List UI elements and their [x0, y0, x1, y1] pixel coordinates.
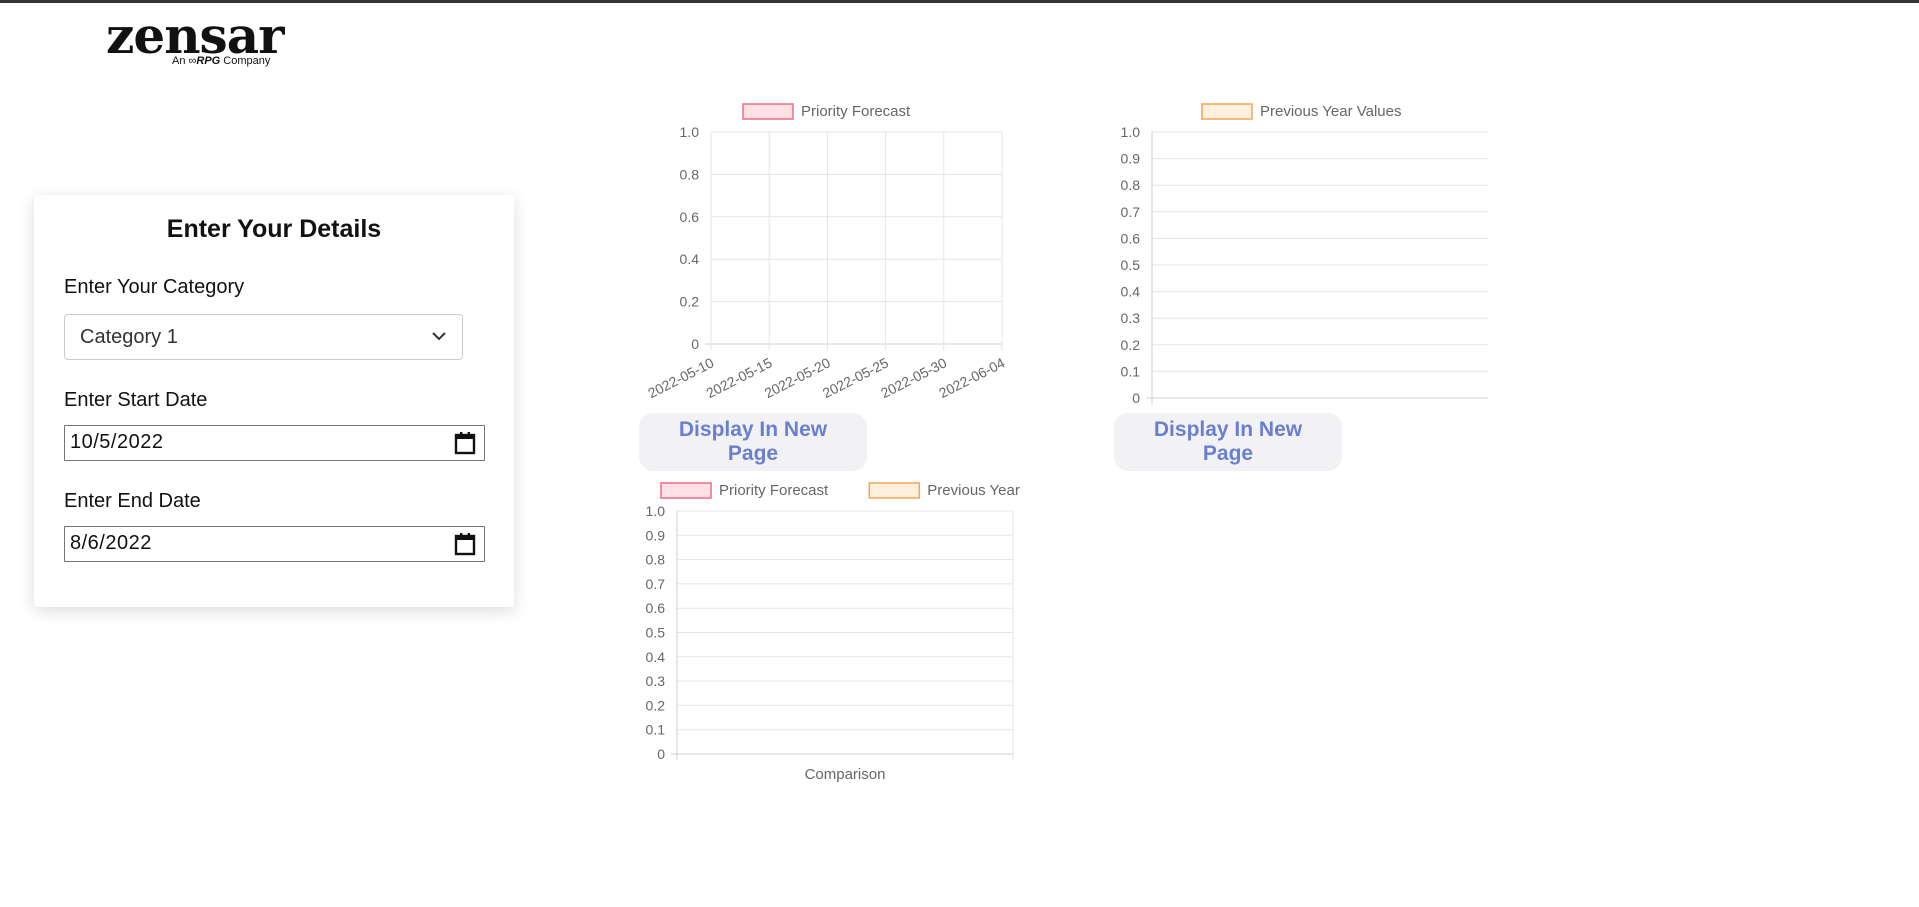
chevron-down-icon	[432, 332, 446, 341]
y-tick-label: 0.4	[680, 251, 700, 267]
end-date-label: Enter End Date	[64, 490, 201, 512]
priority-forecast-chart: Priority Forecast 0 0.2 0.4 0.6 0.8 1.0 2022-05…	[645, 103, 1007, 401]
calendar-icon[interactable]	[454, 431, 476, 455]
calendar-icon[interactable]	[454, 532, 476, 556]
x-tick-label: 2022-05-10	[645, 354, 716, 401]
y-tick-label: 0.8	[646, 552, 666, 568]
y-tick-label: 1.0	[646, 503, 666, 519]
start-date-input[interactable]: 10/5/2022	[64, 425, 485, 461]
category-select-value: Category 1	[80, 326, 178, 348]
x-tick-label: 2022-05-25	[820, 354, 891, 401]
start-date-label: Enter Start Date	[64, 389, 208, 411]
legend-swatch	[660, 482, 712, 499]
x-tick-label: 2022-05-15	[703, 354, 774, 401]
logo-tagline-brand: RPG	[196, 55, 221, 67]
y-tick-label: 0.6	[1121, 230, 1141, 246]
x-tick-label: 2022-06-04	[936, 354, 1007, 401]
legend-swatch	[742, 103, 794, 120]
start-date-value: 10/5/2022	[70, 431, 164, 453]
category-label: Enter Your Category	[64, 276, 245, 298]
y-tick-label: 0.9	[1121, 151, 1141, 167]
y-tick-label: 0	[1132, 390, 1140, 406]
legend-label: Previous Year	[927, 482, 1020, 499]
y-tick-label: 1.0	[1121, 124, 1141, 140]
previous-year-values-chart: Previous Year Values 0 0.1 0.2 0.3 0.4 0.5 0.6 0…	[1121, 103, 1488, 406]
legend-label: Priority Forecast	[719, 482, 829, 499]
details-form-card: Enter Your Details Enter Your Category C…	[34, 195, 514, 607]
y-tick-label: 0.4	[1121, 284, 1141, 300]
display-in-new-page-button[interactable]: Display In New Page	[1114, 413, 1342, 471]
form-title: Enter Your Details	[166, 215, 382, 243]
y-tick-label: 0.2	[1121, 337, 1141, 353]
x-tick-label: 2022-05-30	[878, 354, 949, 401]
y-tick-label: 0.5	[646, 625, 666, 641]
y-tick-label: 0.3	[1121, 310, 1141, 326]
y-tick-label: 0.6	[680, 209, 700, 225]
zensar-logo: zensar An ∞RPG Company	[106, 6, 296, 70]
y-tick-label: 0.7	[646, 576, 666, 592]
y-tick-label: 0.2	[680, 294, 700, 310]
legend-swatch	[1201, 103, 1253, 120]
x-tick-label: 2022-05-20	[762, 354, 833, 401]
category-select[interactable]: Category 1	[64, 314, 463, 360]
end-date-value: 8/6/2022	[70, 532, 152, 554]
y-tick-label: 0.3	[646, 673, 666, 689]
y-tick-label: 0.5	[1121, 257, 1141, 273]
y-tick-label: 0.4	[646, 649, 666, 665]
y-tick-label: 0	[657, 746, 665, 762]
y-tick-label: 0.8	[1121, 177, 1141, 193]
y-tick-label: 0.7	[1121, 204, 1141, 220]
y-tick-label: 1.0	[680, 124, 700, 140]
legend-label: Priority Forecast	[801, 103, 911, 120]
y-tick-label: 0	[691, 336, 699, 352]
x-axis-title: Comparison	[805, 766, 886, 783]
y-tick-label: 0.1	[646, 722, 666, 738]
y-tick-label: 0.9	[646, 527, 666, 543]
logo-tagline-suffix: Company	[223, 55, 271, 67]
y-tick-label: 0.1	[1121, 363, 1141, 379]
y-tick-label: 0.8	[680, 166, 700, 182]
y-tick-label: 0.6	[646, 600, 666, 616]
end-date-input[interactable]: 8/6/2022	[64, 526, 485, 562]
comparison-chart: Priority Forecast Previous Year 0 0.1 0.2 0.3…	[646, 482, 1020, 783]
display-in-new-page-button[interactable]: Display In New Page	[639, 413, 867, 471]
top-border	[0, 0, 1919, 3]
y-tick-label: 0.2	[646, 697, 666, 713]
logo-tagline: An ∞RPG Company	[172, 55, 270, 67]
legend-label: Previous Year Values	[1260, 103, 1401, 120]
legend-swatch	[868, 482, 921, 499]
logo-tagline-prefix: An	[172, 55, 186, 67]
